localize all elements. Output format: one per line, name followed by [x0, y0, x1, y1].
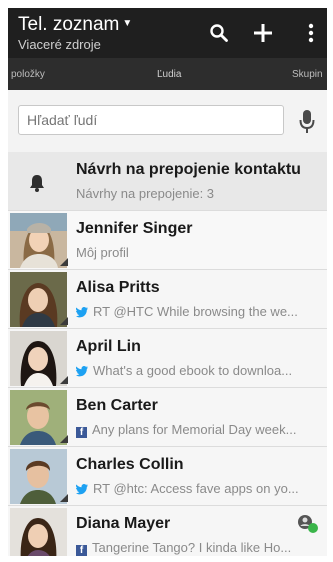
twitter-icon: [76, 483, 88, 498]
avatar-corner-marker: [60, 258, 68, 266]
contact-name: Ben Carter: [76, 397, 158, 414]
tab-strip: položky Ľudia Skupin: [8, 58, 327, 90]
search-bar: [8, 90, 327, 153]
tab-skupiny[interactable]: Skupin: [292, 69, 323, 80]
list-item[interactable]: Diana Mayer f Tangerine Tango? I kinda li…: [8, 506, 327, 556]
avatar-corner-marker: [60, 376, 68, 384]
avatar-corner-marker: [60, 494, 68, 502]
avatar: [10, 272, 67, 327]
add-icon[interactable]: [248, 18, 278, 48]
search-input[interactable]: [18, 105, 284, 135]
tab-polozky[interactable]: položky: [11, 69, 45, 80]
bell-icon: [28, 174, 46, 197]
contact-status: f Any plans for Memorial Day week...: [76, 422, 321, 438]
app-subtitle: Viaceré zdroje: [18, 37, 101, 52]
contact-name: Jennifer Singer: [76, 220, 193, 237]
list-item[interactable]: April Lin What's a good ebook to downloa…: [8, 329, 327, 388]
contact-name: Diana Mayer: [76, 515, 171, 532]
twitter-icon: [76, 306, 88, 321]
twitter-icon: [76, 365, 88, 380]
contact-name: Charles Collin: [76, 456, 184, 473]
microphone-icon[interactable]: [299, 110, 315, 139]
status-text: What's a good ebook to downloa...: [93, 363, 293, 378]
app-title: Tel. zoznam: [18, 14, 120, 35]
list-item[interactable]: Alisa Pritts RT @HTC While browsing the …: [8, 270, 327, 329]
status-text: Tangerine Tango? I kinda like Ho...: [92, 540, 292, 555]
contact-status: RT @HTC While browsing the we...: [76, 304, 321, 321]
avatar-corner-marker: [60, 435, 68, 443]
avatar: [10, 449, 67, 504]
link-suggestion-row[interactable]: Návrh na prepojenie kontaktu Návrhy na p…: [8, 152, 327, 211]
contact-status: RT @htc: Access fave apps on yo...: [76, 481, 321, 498]
suggestion-subtitle: Návrhy na prepojenie: 3: [76, 186, 215, 201]
tab-ludia[interactable]: Ľudia: [157, 69, 181, 80]
avatar: [10, 508, 67, 556]
contact-subtitle: Môj profil: [76, 245, 129, 260]
contact-name: Alisa Pritts: [76, 279, 160, 296]
source-selector[interactable]: Tel. zoznam ▼: [18, 14, 132, 36]
avatar-corner-marker: [60, 317, 68, 325]
facebook-icon: f: [76, 427, 87, 438]
my-profile-row[interactable]: Jennifer Singer Môj profil: [8, 211, 327, 270]
avatar: [10, 331, 67, 386]
action-bar: Tel. zoznam ▼ Viaceré zdroje: [8, 8, 327, 58]
list-item[interactable]: Charles Collin RT @htc: Access fave apps…: [8, 447, 327, 506]
list-item[interactable]: Ben Carter f Any plans for Memorial Day w…: [8, 388, 327, 447]
dropdown-caret-icon: ▼: [122, 18, 133, 29]
avatar: [10, 213, 67, 268]
status-text: RT @HTC While browsing the we...: [93, 304, 298, 319]
chat-presence-icon: [297, 514, 319, 539]
search-icon[interactable]: [204, 18, 234, 48]
status-text: RT @htc: Access fave apps on yo...: [93, 481, 299, 496]
status-text: Any plans for Memorial Day week...: [92, 422, 297, 437]
suggestion-title: Návrh na prepojenie kontaktu: [76, 161, 301, 178]
overflow-menu-icon[interactable]: [296, 18, 326, 48]
avatar: [10, 390, 67, 445]
contact-status: f Tangerine Tango? I kinda like Ho...: [76, 540, 321, 556]
phone-screen: Tel. zoznam ▼ Viaceré zdroje položky Ľudi…: [8, 8, 327, 556]
facebook-icon: f: [76, 545, 87, 556]
contact-status: What's a good ebook to downloa...: [76, 363, 321, 380]
contact-name: April Lin: [76, 338, 141, 355]
